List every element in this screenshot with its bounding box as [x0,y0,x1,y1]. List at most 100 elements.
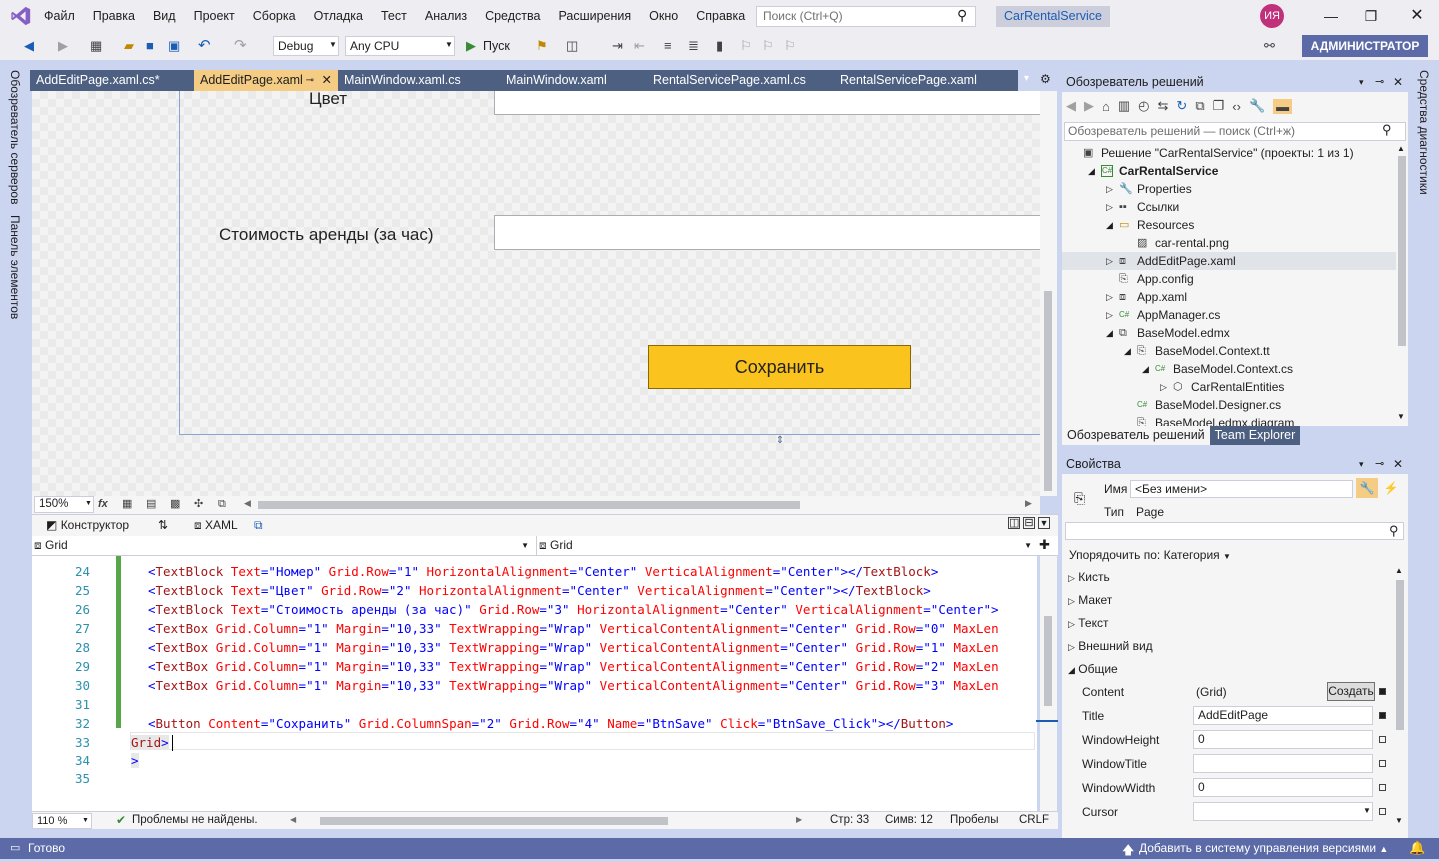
scroll-down-icon[interactable]: ▼ [1395,816,1403,825]
start-icon[interactable]: ▶ [466,38,476,54]
platform-dropdown[interactable]: Any CPU [345,36,455,56]
scroll-left-icon[interactable]: ◀ [244,498,251,509]
pin-icon[interactable]: ⊸ [1375,454,1384,474]
snap-grid-icon[interactable]: ▤ [146,494,156,514]
menu-view[interactable]: Вид [144,0,185,32]
expand-icon[interactable]: ▷ [1106,252,1113,270]
prop-title-input[interactable]: AddEditPage [1193,706,1373,725]
step-into-icon[interactable]: ⇥ [612,36,623,56]
tab-team-explorer[interactable]: Team Explorer [1209,426,1301,445]
tree-item[interactable]: ◢ C# CarRentalService [1062,162,1396,180]
tree-item[interactable]: ▷ ⬡ CarRentalEntities [1062,378,1396,396]
dropdown-icon[interactable]: ▾ [1359,454,1364,474]
tree-item[interactable]: ◢ ⎘ BaseModel.Context.tt [1062,342,1396,360]
scroll-right-icon[interactable]: ▶ [1025,498,1032,509]
menu-file[interactable]: Файл [35,0,84,32]
expand-icon[interactable]: ▷ [1106,306,1113,324]
menu-debug[interactable]: Отладка [305,0,372,32]
collapse-icon[interactable]: ◢ [1088,162,1095,180]
pin-icon[interactable]: ⊸ [1375,72,1384,92]
refresh-icon[interactable]: ↻ [1176,98,1187,114]
vertical-split-icon[interactable]: ◫ [1008,517,1020,529]
menu-tools[interactable]: Средства [476,0,549,32]
tab-addeditpage-cs[interactable]: AddEditPage.xaml.cs* [30,70,194,91]
tree-item[interactable]: ◢ ▭ Resources [1062,216,1396,234]
tree-item[interactable]: ▷ 🔧 Properties [1062,180,1396,198]
close-icon[interactable]: ✕ [1393,454,1403,474]
scroll-up-icon[interactable]: ▲ [1395,566,1403,575]
preview-selected-icon[interactable]: ▬ [1273,98,1293,114]
tree-item[interactable]: C# BaseModel.Designer.cs [1062,396,1396,414]
category-common[interactable]: ◢ Общие [1068,662,1118,676]
category-layout[interactable]: ▷ Макет [1068,593,1112,607]
prop-cursor-dropdown[interactable] [1193,802,1373,821]
add-to-source-control[interactable]: Добавить в систему управления версиями ▲ [1139,841,1388,855]
problems-status[interactable]: Проблемы не найдены. [132,814,258,826]
left-scope-dropdown[interactable]: ⧈ Grid ▼ [34,536,531,555]
tree-item[interactable]: ⎘ App.config [1062,270,1396,288]
toolbox-tab[interactable]: Панель элементов [8,215,22,319]
swap-panes-icon[interactable]: ⇅ [158,518,168,532]
properties-search-input[interactable] [1065,522,1404,540]
start-button[interactable]: Пуск [483,39,510,53]
line-ending-indicator[interactable]: CRLF [1019,814,1049,826]
avatar[interactable]: ИЯ [1260,4,1284,28]
tree-item[interactable]: ▷ ⧈ AddEditPage.xaml [1062,252,1396,270]
events-lightning-icon[interactable]: ⚡ [1380,478,1402,498]
create-content-button[interactable]: Создать [1327,682,1375,701]
color-textbox[interactable] [494,91,1040,115]
settings-gear-icon[interactable]: ⚙ [1040,72,1051,86]
sort-by-dropdown[interactable]: Упорядочить по: Категория ▼ [1069,548,1231,562]
solution-search-input[interactable]: Обозреватель решений — поиск (Ctrl+ж) [1064,122,1406,141]
expand-icon[interactable]: ▷ [1106,288,1113,306]
designer-vertical-scrollbar[interactable] [1040,91,1057,496]
prop-windowtitle-input[interactable] [1193,754,1373,773]
sync-icon[interactable]: ⇆ [1158,98,1169,114]
tab-solution-explorer[interactable]: Обозреватель решений [1062,426,1210,445]
tab-mainwindow-xaml[interactable]: MainWindow.xaml [500,70,647,91]
name-input[interactable]: <Без имени> [1130,480,1353,498]
grid-icon[interactable]: ▦ [122,494,132,514]
pin-icon[interactable]: ⊸ [306,70,314,91]
scroll-left-icon[interactable]: ◀ [290,815,296,824]
collapse-icon[interactable]: ◢ [1124,342,1131,360]
clear-bookmarks-icon[interactable]: ⚐ [784,36,796,56]
tab-addeditpage-xaml[interactable]: AddEditPage.xaml ⊸ ✕ [194,70,338,91]
menu-extensions[interactable]: Расширения [549,0,640,32]
next-bookmark-icon[interactable]: ⚐ [762,36,774,56]
collapse-icon[interactable]: ◢ [1142,360,1149,378]
save-icon[interactable]: ■ [146,36,154,56]
diagnostic-tools-tab[interactable]: Средства диагностики [1417,70,1431,195]
collapse-all-icon[interactable]: ⧉ [1195,98,1204,114]
search-input[interactable]: Поиск (Ctrl+Q) [756,6,976,27]
formula-icon[interactable]: fx [98,494,108,514]
resize-handle-icon[interactable]: ⇕ [774,435,786,449]
menu-help[interactable]: Справка [687,0,754,32]
xaml-code-editor[interactable]: 24 <TextBlock Text="Номер" Grid.Row="1" … [32,556,1037,811]
forward-icon[interactable]: ▶ [1084,98,1094,114]
scroll-down-icon[interactable]: ▼ [1397,412,1405,421]
category-text[interactable]: ▷ Текст [1068,616,1108,630]
designer-tab[interactable]: ◩ Конструктор [46,518,129,532]
comment-icon[interactable]: ≡ [664,36,672,56]
screenshot-icon[interactable]: ◫ [566,36,578,56]
properties-wrench-icon[interactable]: 🔧 [1356,478,1378,498]
browser-link-icon[interactable]: ⚑ [536,36,548,56]
open-icon[interactable]: ▰ [124,36,134,56]
tree-item[interactable]: ◢ C# BaseModel.Context.cs [1062,360,1396,378]
tab-rentalservice-xaml[interactable]: RentalServicePage.xaml [834,70,1018,91]
home-icon[interactable]: ⌂ [1102,99,1110,114]
collapse-icon[interactable]: ◢ [1106,216,1113,234]
save-button[interactable]: Сохранить [648,345,911,389]
scroll-up-icon[interactable]: ▲ [1397,144,1405,153]
back-icon[interactable]: ◀ [1066,98,1076,114]
prop-windowheight-input[interactable]: 0 [1193,730,1373,749]
tree-item[interactable]: ⎘ BaseModel.edmx.diagram [1062,414,1396,426]
split-editor-icon[interactable]: ✚ [1039,537,1050,553]
close-icon[interactable]: ✕ [1393,72,1403,92]
restore-icon[interactable]: ❐ [1351,0,1391,32]
tree-item[interactable]: ▷ C# AppManager.cs [1062,306,1396,324]
dropdown-icon[interactable]: ▾ [1359,72,1364,92]
tab-mainwindow-cs[interactable]: MainWindow.xaml.cs [338,70,500,91]
checker-icon[interactable]: ▩ [170,494,180,514]
